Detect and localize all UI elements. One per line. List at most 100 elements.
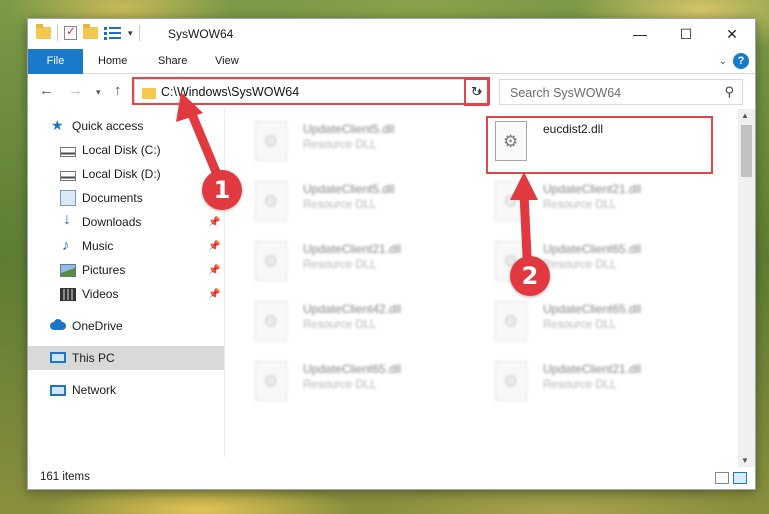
sidebar-item-local-disk-c[interactable]: Local Disk (C:) [28,138,224,162]
file-name: UpdateClient5.dll [303,122,395,136]
status-bar: 161 items [28,467,755,489]
file-item[interactable]: UpdateClient5.dll Resource DLL [245,116,470,174]
sidebar-item-quick-access[interactable]: Quick access [28,114,224,138]
sidebar-item-label: Quick access [72,119,144,133]
back-button[interactable]: ← [39,82,54,99]
dll-file-icon [495,361,527,401]
tab-home[interactable]: Home [98,49,127,74]
sidebar-item-documents[interactable]: Documents [28,186,224,210]
file-name: UpdateClient5.dll [303,182,395,196]
file-item[interactable]: UpdateClient21.dll Resource DLL [485,176,710,234]
sidebar-item-local-disk-d[interactable]: Local Disk (D:) [28,162,224,186]
star-icon [50,117,66,134]
navigation-pane: Quick access Local Disk (C:) Local Disk … [28,114,224,459]
file-name: UpdateClient65.dll [543,302,642,316]
downloads-icon [60,211,76,230]
sidebar-item-label: Local Disk (C:) [82,143,161,157]
tab-file[interactable]: File [28,49,83,74]
window-title: SysWOW64 [168,27,234,41]
large-icons-view-icon[interactable] [733,472,747,484]
file-name: UpdateClient65.dll [543,242,642,256]
scroll-up-arrow-icon[interactable]: ▲ [741,111,749,120]
file-name: UpdateClient65.dll [303,362,402,376]
sidebar-item-onedrive[interactable]: OneDrive [28,314,224,338]
toolbar-divider [57,25,58,41]
documents-icon [60,190,76,206]
file-name: UpdateClient21.dll [543,182,642,196]
cloud-icon [50,318,66,334]
file-type: Resource DLL [543,379,617,391]
sidebar-item-this-pc[interactable]: This PC [28,346,224,370]
sidebar-item-label: Videos [82,287,119,301]
sidebar-item-downloads[interactable]: Downloads 📌 [28,210,224,234]
pin-icon[interactable]: 📌 [208,289,220,300]
folder-icon [36,24,51,39]
file-item[interactable]: UpdateClient65.dll Resource DLL [245,356,470,414]
sidebar-item-videos[interactable]: Videos 📌 [28,282,224,306]
item-count: 161 items [40,471,90,483]
file-item[interactable]: UpdateClient21.dll Resource DLL [485,356,710,414]
network-icon [50,384,66,396]
file-item[interactable]: UpdateClient42.dll Resource DLL [245,296,470,354]
details-view-icon[interactable] [715,472,729,484]
new-folder-icon[interactable] [83,24,98,39]
file-type: Resource DLL [543,259,617,271]
search-icon[interactable]: ⚲ [724,84,734,100]
file-name: UpdateClient21.dll [303,242,402,256]
pin-icon[interactable]: 📌 [208,241,220,252]
scrollbar-thumb[interactable] [741,125,752,177]
sidebar-item-label: Local Disk (D:) [82,167,161,181]
file-explorer-window: ▾ SysWOW64 — ☐ ✕ File Home Share View ⌄ … [27,18,756,490]
dll-file-icon [255,181,287,221]
dll-file-icon [255,361,287,401]
help-icon[interactable]: ? [733,53,749,69]
search-input[interactable]: Search SysWOW64 [510,86,621,100]
sidebar-item-label: Network [72,383,117,397]
file-type: Resource DLL [303,259,377,271]
maximize-button[interactable]: ☐ [663,19,709,49]
sidebar-item-music[interactable]: Music 📌 [28,234,224,258]
file-item[interactable]: UpdateClient5.dll Resource DLL [245,176,470,234]
ribbon-right-controls: ⌄ ? [719,53,749,69]
search-box[interactable]: Search SysWOW64 ⚲ [499,79,743,105]
sidebar-item-pictures[interactable]: Pictures 📌 [28,258,224,282]
pin-icon[interactable]: 📌 [208,217,220,228]
close-button[interactable]: ✕ [709,19,755,49]
properties-check-icon[interactable] [64,24,77,40]
properties-list-icon[interactable] [104,26,122,40]
expand-ribbon-chevron-icon[interactable]: ⌄ [719,56,727,67]
dll-file-icon [495,181,527,221]
sidebar-item-label: OneDrive [72,319,123,333]
toolbar-divider [138,25,140,41]
file-type: Resource DLL [303,199,377,211]
forward-button[interactable]: → [68,82,83,99]
file-type: Resource DLL [303,139,377,151]
file-item[interactable]: UpdateClient21.dll Resource DLL [245,236,470,294]
sidebar-item-label: This PC [72,351,115,365]
ribbon-tabs: File Home Share View ⌄ ? [28,49,755,74]
dll-file-icon [255,301,287,341]
tab-share[interactable]: Share [158,49,187,74]
address-bar-highlight-box [132,77,490,105]
scroll-down-arrow-icon[interactable]: ▼ [741,456,749,465]
pane-divider[interactable] [224,107,225,457]
up-level-button[interactable]: ↑ [114,82,122,99]
sidebar-item-network[interactable]: Network [28,378,224,402]
recent-locations-chevron-icon[interactable]: ▾ [96,87,101,98]
file-type: Resource DLL [543,319,617,331]
customize-toolbar-chevron-icon[interactable]: ▾ [128,28,133,39]
vertical-scrollbar[interactable]: ▲ ▼ [738,109,755,467]
sidebar-item-label: Documents [82,191,143,205]
file-type: Resource DLL [303,319,377,331]
minimize-button[interactable]: — [617,19,663,49]
dll-file-icon [495,301,527,341]
sidebar-item-label: Music [82,239,114,253]
refresh-highlight-box [464,78,489,106]
file-item[interactable]: UpdateClient65.dll Resource DLL [485,296,710,354]
target-file-highlight-box [486,116,713,174]
pin-icon[interactable]: 📌 [208,265,220,276]
step-badge-1: 1 [202,170,242,210]
step-badge-2: 2 [510,256,550,296]
file-type: Resource DLL [543,199,617,211]
tab-view[interactable]: View [215,49,239,74]
